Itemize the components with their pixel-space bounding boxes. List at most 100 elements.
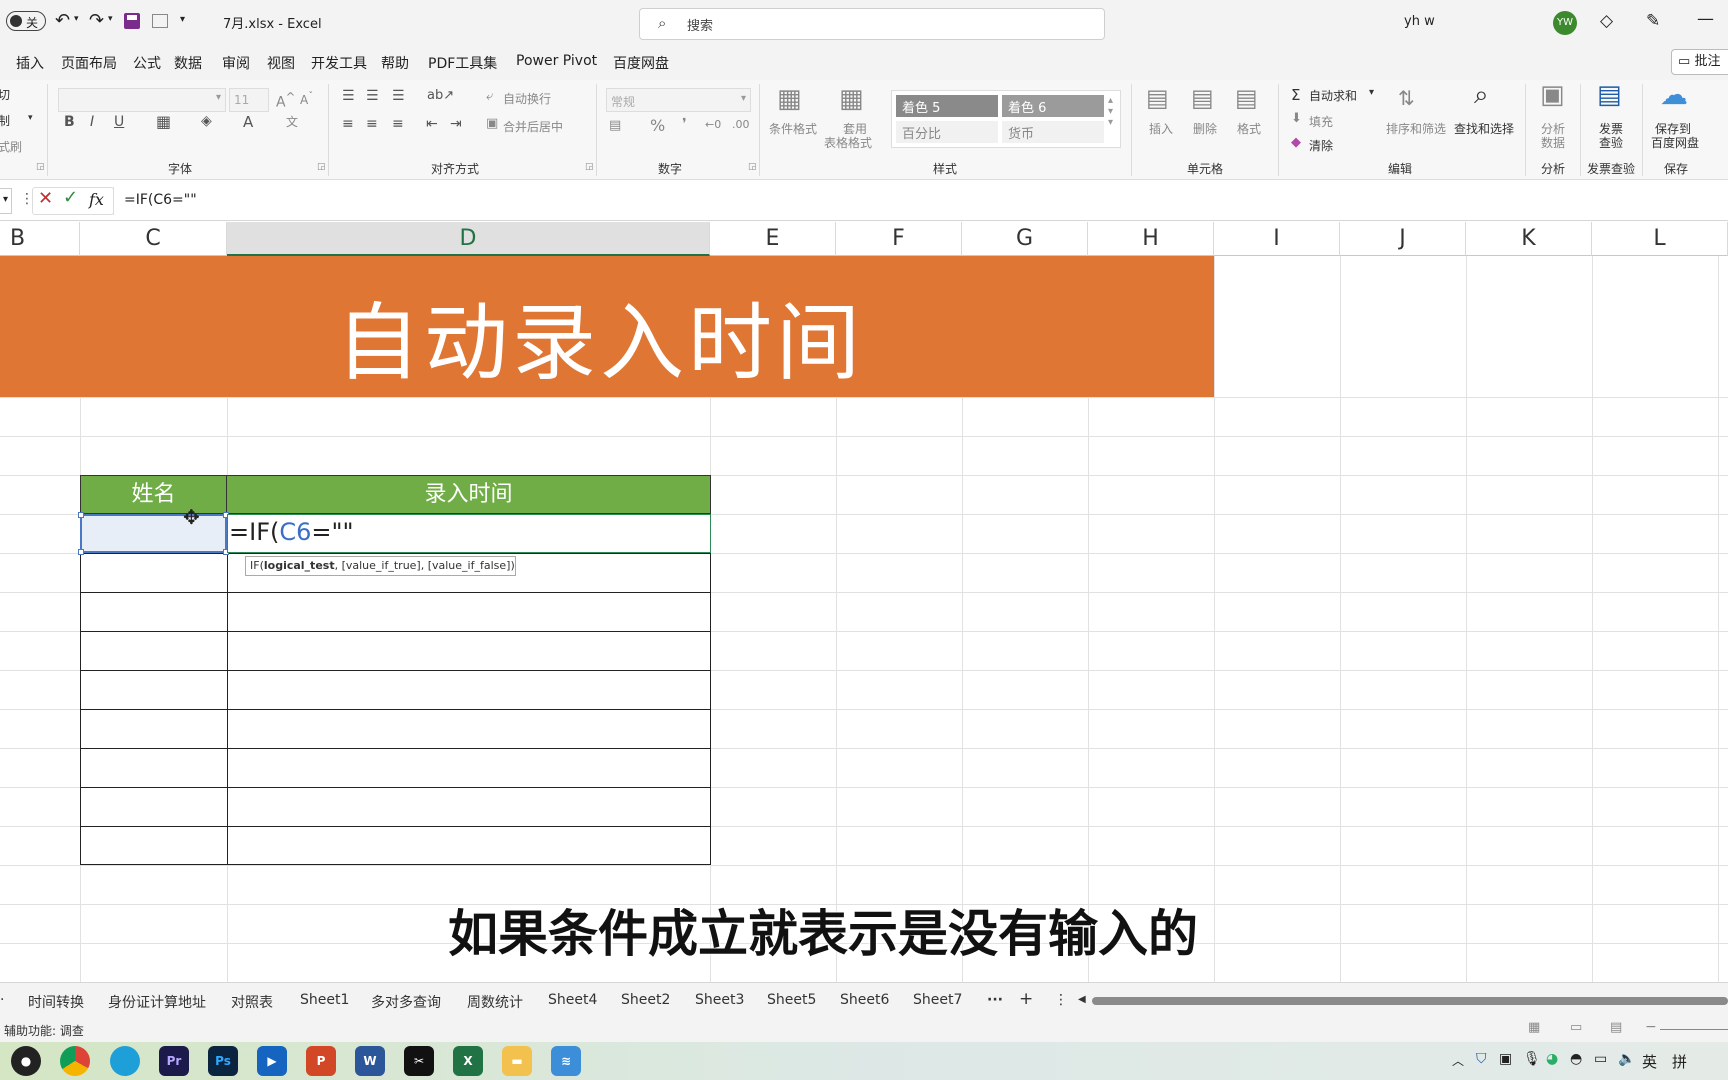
column-header-d[interactable]: D [227, 222, 710, 256]
page-layout-view-icon[interactable]: ▭ [1570, 1020, 1582, 1035]
user-name[interactable]: yh w [1404, 14, 1435, 29]
capcut-icon[interactable]: ✂ [404, 1046, 434, 1076]
sheet-tab[interactable]: Sheet3 [695, 992, 744, 1008]
analyze-data-icon[interactable]: ▣ [1540, 80, 1565, 110]
title-banner[interactable]: 自动录入时间 [0, 256, 1214, 397]
format-cells-button[interactable]: 格式 [1237, 120, 1261, 137]
copy-button[interactable]: 复制 [0, 112, 10, 129]
formula-input[interactable]: =IF(C6="" [124, 192, 197, 208]
undo-dropdown-icon[interactable]: ▾ [74, 14, 79, 24]
tooltip-function[interactable]: IF( [250, 559, 264, 572]
sort-filter-icon[interactable]: ⇅ [1398, 86, 1415, 110]
font-size-select[interactable]: 11 [229, 88, 269, 112]
style-accent5[interactable]: 着色 5 [896, 95, 998, 117]
fill-color-icon[interactable]: ◈ [201, 113, 212, 129]
network-icon[interactable]: ▭ [1594, 1051, 1607, 1067]
format-painter-button[interactable]: 格式刷 [0, 138, 22, 155]
gallery-scroll-icon[interactable]: ▴ ▾ ▾ [1108, 95, 1113, 128]
font-name-select[interactable]: ▾ [58, 88, 226, 112]
menu-power-pivot[interactable]: Power Pivot [516, 53, 597, 69]
sheet-tab[interactable]: 周数统计 [467, 992, 523, 1012]
edge-icon[interactable] [110, 1046, 140, 1076]
scroll-left-icon[interactable]: ◀ [1078, 994, 1086, 1005]
style-percent[interactable]: 百分比 [896, 121, 998, 143]
undo-icon[interactable]: ↶ [55, 10, 70, 31]
merge-center-button[interactable]: 合并后居中 [503, 118, 563, 135]
clear-button[interactable]: 清除 [1309, 137, 1333, 154]
powerpoint-icon[interactable]: P [306, 1046, 336, 1076]
add-sheet-icon[interactable]: + [1019, 989, 1033, 1009]
sort-filter-button[interactable]: 排序和筛选 [1386, 120, 1446, 137]
menu-data[interactable]: 数据 [174, 53, 202, 73]
qq-icon[interactable]: ◓ [1570, 1051, 1582, 1067]
delete-cells-button[interactable]: 删除 [1193, 120, 1217, 137]
column-header-k[interactable]: K [1466, 222, 1592, 256]
menu-baidu-pan[interactable]: 百度网盘 [613, 53, 669, 73]
tray-chevron-up-icon[interactable]: ︿ [1452, 1052, 1464, 1069]
sheet-tab[interactable]: Sheet7 [913, 992, 962, 1008]
tooltip-current-arg[interactable]: logical_test [264, 559, 335, 572]
cut-button[interactable]: 剪切 [0, 86, 10, 103]
column-header-l[interactable]: L [1592, 222, 1728, 256]
photoshop-icon[interactable]: Ps [208, 1046, 238, 1076]
cell-styles-gallery[interactable]: 着色 5 着色 6 百分比 货币 ▴ ▾ ▾ [891, 90, 1121, 148]
menu-help[interactable]: 帮助 [381, 53, 409, 73]
fill-icon[interactable]: ⬇ [1291, 111, 1302, 126]
video-app-icon[interactable]: ▶ [257, 1046, 287, 1076]
border-icon[interactable]: ▦ [156, 112, 171, 131]
zoom-slider[interactable] [1660, 1029, 1728, 1030]
wrap-text-button[interactable]: 自动换行 [503, 90, 551, 107]
sheet-tab[interactable]: 时间转换 [28, 992, 84, 1012]
menu-review[interactable]: 审阅 [222, 53, 250, 73]
clear-icon[interactable]: ◆ [1291, 135, 1301, 150]
analyze-data-button-line2[interactable]: 数据 [1541, 134, 1565, 151]
volume-icon[interactable]: 🔈 [1618, 1051, 1635, 1067]
enter-icon[interactable]: ✓ [63, 187, 78, 208]
tray-icon[interactable]: ▣ [1499, 1051, 1512, 1067]
menu-developer[interactable]: 开发工具 [311, 53, 367, 73]
file-explorer-icon[interactable]: ▬ [502, 1046, 532, 1076]
menu-insert[interactable]: 插入 [16, 53, 44, 73]
tab-scroll-left-icon[interactable]: · [0, 992, 4, 1008]
format-cells-icon[interactable]: ▤ [1235, 84, 1258, 112]
word-icon[interactable]: W [355, 1046, 385, 1076]
cancel-icon[interactable]: ✕ [38, 188, 53, 209]
merge-center-icon[interactable]: ▣ [486, 116, 498, 131]
number-format-select[interactable]: 常规 ▾ [606, 88, 751, 112]
menu-view[interactable]: 视图 [267, 53, 295, 73]
column-header-j[interactable]: J [1340, 222, 1466, 256]
options-icon[interactable]: ⋮ [1054, 992, 1068, 1008]
save-to-baidu-button-line2[interactable]: 百度网盘 [1651, 134, 1699, 151]
avatar[interactable]: YW [1553, 11, 1577, 35]
name-box[interactable]: ▾ [0, 188, 12, 214]
sheet-tab[interactable]: Sheet5 [767, 992, 816, 1008]
header-time-cell[interactable]: 录入时间 [226, 475, 711, 514]
redo-dropdown-icon[interactable]: ▾ [108, 14, 113, 24]
align-dialog-launcher-icon[interactable]: ◲ [585, 162, 594, 172]
save-icon[interactable] [124, 13, 140, 29]
insert-cells-button[interactable]: 插入 [1149, 120, 1173, 137]
zoom-out-icon[interactable]: − [1645, 1019, 1657, 1035]
style-currency[interactable]: 货币 [1002, 121, 1104, 143]
accounting-icon[interactable]: ▤ [609, 118, 621, 133]
decrease-indent-icon[interactable]: ⇤ [426, 116, 438, 132]
align-left-icon[interactable]: ≡ [342, 116, 354, 132]
baidu-cloud-icon[interactable]: ☁ [1660, 78, 1688, 111]
autosum-icon[interactable]: Σ [1291, 86, 1300, 104]
column-header-c[interactable]: C [80, 222, 227, 256]
align-center-icon[interactable]: ≡ [366, 116, 378, 132]
invoice-check-button-line2[interactable]: 查验 [1599, 134, 1623, 151]
redo-icon[interactable]: ↷ [89, 10, 104, 31]
comma-icon[interactable]: ❜ [682, 116, 687, 132]
selected-cell-c6[interactable] [78, 512, 229, 555]
sheet-tab[interactable]: Sheet2 [621, 992, 670, 1008]
menu-page-layout[interactable]: 页面布局 [61, 53, 117, 73]
style-accent6[interactable]: 着色 6 [1002, 95, 1104, 117]
qat-customize-icon[interactable]: ▾ [180, 14, 185, 25]
worksheet-grid[interactable]: B C D E F G H I J K L 自动录入时间 姓名 录入时间 ✥ =… [0, 222, 1728, 982]
editing-cell-d6[interactable]: =IF(C6="" [227, 514, 711, 553]
sheet-tab[interactable]: 多对多查询 [371, 992, 441, 1012]
shrink-font-icon[interactable]: Aˇ [300, 91, 313, 107]
sheet-tab[interactable]: 身份证计算地址 [108, 992, 206, 1012]
table-format-button-line2[interactable]: 表格格式 [824, 134, 872, 151]
